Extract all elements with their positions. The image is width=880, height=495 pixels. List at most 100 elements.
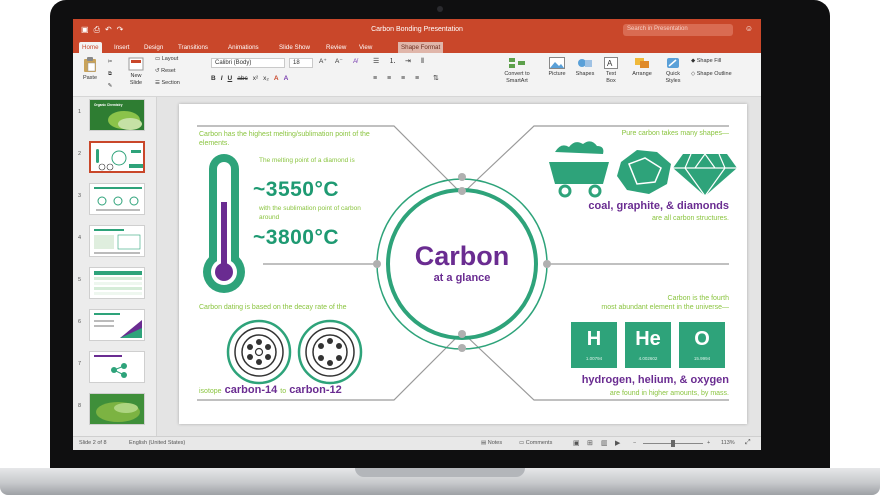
tab-design[interactable]: Design [141, 42, 166, 53]
thumbnail-slide[interactable]: 5 [73, 265, 157, 303]
carbon-14-label: carbon-14 [224, 384, 278, 396]
slide-number: 3 [78, 193, 82, 199]
normal-view-icon[interactable]: ▣ [573, 439, 580, 447]
tab-slide-show[interactable]: Slide Show [276, 42, 313, 53]
picture-button[interactable]: Picture [545, 57, 569, 78]
reset-button[interactable]: ↺ Reset [155, 68, 176, 75]
justify-icon[interactable]: ≡ [415, 75, 419, 82]
slideshow-view-icon[interactable]: ▶ [615, 439, 620, 447]
align-left-icon[interactable]: ≡ [373, 75, 377, 82]
tab-insert[interactable]: Insert [111, 42, 132, 53]
text-highlight-icon[interactable]: A [274, 75, 279, 82]
font-size-select[interactable]: 18 [289, 58, 313, 68]
node-dot [458, 173, 466, 181]
shapes-icon [578, 59, 592, 67]
isotope-prefix: isotope [199, 388, 222, 395]
node-dot [458, 344, 466, 352]
search-input[interactable]: Search in Presentation [623, 24, 733, 36]
increase-font-icon[interactable]: A⁺ [319, 58, 327, 65]
arrange-icon [635, 58, 649, 68]
clear-format-icon[interactable]: A̸ [353, 58, 357, 65]
arrange-button[interactable]: Arrange [629, 57, 655, 78]
node-dot [543, 260, 551, 268]
comments-button[interactable]: ▭ Comments [519, 440, 552, 446]
convert-smartart-button[interactable]: Convert to SmartArt [501, 57, 533, 85]
align-center-icon[interactable]: ≡ [387, 75, 391, 82]
current-slide[interactable]: Carbon has the highest melting/sublimati… [179, 104, 747, 424]
quick-styles-button[interactable]: Quick Styles [661, 57, 685, 85]
tab-shape-format[interactable]: Shape Format [398, 42, 444, 53]
format-painter-icon[interactable]: ✎ [105, 83, 115, 90]
bullets-icon[interactable]: ☰ [373, 58, 379, 65]
decrease-font-icon[interactable]: A⁻ [335, 58, 343, 65]
tab-view[interactable]: View [356, 42, 375, 53]
layout-button[interactable]: ▭ Layout [155, 56, 178, 63]
thumbnail-slide[interactable]: 1 Organic Chemistry [73, 97, 157, 135]
thumb-molecule [94, 355, 127, 378]
shapes-button[interactable]: Shapes [573, 57, 597, 78]
thumbnail-slide[interactable]: 3 [73, 181, 157, 219]
indent-icon[interactable]: ⇥ [405, 58, 411, 65]
melting-value: ~3550°C [253, 178, 340, 201]
slide-number: 5 [78, 277, 82, 283]
notes-button[interactable]: ▤ Notes [481, 440, 502, 446]
section-button[interactable]: ☰ Section [155, 80, 180, 87]
cut-icon[interactable]: ✂ [105, 59, 115, 66]
format-buttons: B I U abc x² x₂ A A [211, 75, 288, 82]
thumbnail-slide[interactable]: 2 [73, 139, 157, 177]
node-dot [458, 187, 466, 195]
isotope-line: isotope carbon-14 to carbon-12 [199, 384, 342, 396]
thumb-diagram [94, 187, 142, 211]
copy-icon[interactable]: ⧉ [105, 71, 115, 78]
thumbnail-slide[interactable]: 8 [73, 391, 157, 429]
shape-fill-button[interactable]: ◆ Shape Fill [691, 58, 721, 65]
columns-icon[interactable]: ⫴ [421, 58, 424, 65]
italic-icon[interactable]: I [221, 75, 223, 82]
new-slide-button[interactable]: New Slide [123, 57, 149, 87]
tab-home[interactable]: Home [79, 42, 102, 53]
underline-icon[interactable]: U [228, 75, 233, 82]
slide-preview [89, 309, 145, 341]
text-box-button[interactable]: A Text Box [601, 57, 621, 85]
shape-outline-label: Shape Outline [696, 71, 732, 77]
font-family-select[interactable]: Calibri (Body) [211, 58, 285, 68]
element-weight-h: 1.00794 [585, 356, 603, 361]
slide-editor[interactable]: Carbon has the highest melting/sublimati… [157, 97, 761, 436]
carbon-12-label: carbon-12 [289, 384, 342, 396]
reading-view-icon[interactable]: ▥ [601, 439, 608, 447]
slide-preview [89, 267, 145, 299]
thumbnail-slide[interactable]: 4 [73, 223, 157, 261]
svg-text:A: A [607, 59, 613, 68]
align-right-icon[interactable]: ≡ [401, 75, 405, 82]
zoom-slider-thumb[interactable] [671, 440, 675, 447]
paste-button[interactable]: Paste [79, 57, 101, 82]
text-direction-icon[interactable]: ⇅ [433, 75, 439, 82]
language-indicator[interactable]: English (United States) [129, 440, 185, 446]
fit-slide-icon[interactable]: ⤢ [745, 439, 751, 447]
smiley-icon[interactable]: ☺ [745, 24, 753, 33]
tab-review[interactable]: Review [323, 42, 349, 53]
zoom-in-icon[interactable]: + [707, 440, 710, 446]
tab-animations[interactable]: Animations [225, 42, 262, 53]
sorter-view-icon[interactable]: ⊞ [587, 439, 593, 447]
slide-preview: Organic Chemistry [89, 99, 145, 131]
dating-heading: Carbon dating is based on the decay rate… [199, 304, 347, 311]
thumbnail-slide[interactable]: 7 [73, 349, 157, 387]
zoom-level[interactable]: 113% [721, 440, 735, 446]
superscript-icon[interactable]: x² [253, 75, 258, 82]
subscript-icon[interactable]: x₂ [263, 75, 269, 82]
abundance-heading: Carbon is the fourth most abundant eleme… [549, 294, 729, 312]
tab-transitions[interactable]: Transitions [175, 42, 211, 53]
font-color-icon[interactable]: A [284, 75, 289, 82]
thumb-diagram [96, 149, 143, 171]
arrange-label: Arrange [632, 71, 652, 77]
slide-number: 1 [78, 109, 82, 115]
thumbnail-slide[interactable]: 6 [73, 307, 157, 345]
numbering-icon[interactable]: ⒈ [389, 58, 396, 65]
zoom-out-icon[interactable]: − [633, 440, 636, 446]
bold-icon[interactable]: B [211, 75, 216, 82]
shape-outline-button[interactable]: ◇ Shape Outline [691, 71, 732, 78]
strikethrough-icon[interactable]: abc [237, 75, 247, 82]
abundance-heading-1: Carbon is the fourth [667, 295, 729, 302]
isotope-to: to [280, 388, 287, 395]
